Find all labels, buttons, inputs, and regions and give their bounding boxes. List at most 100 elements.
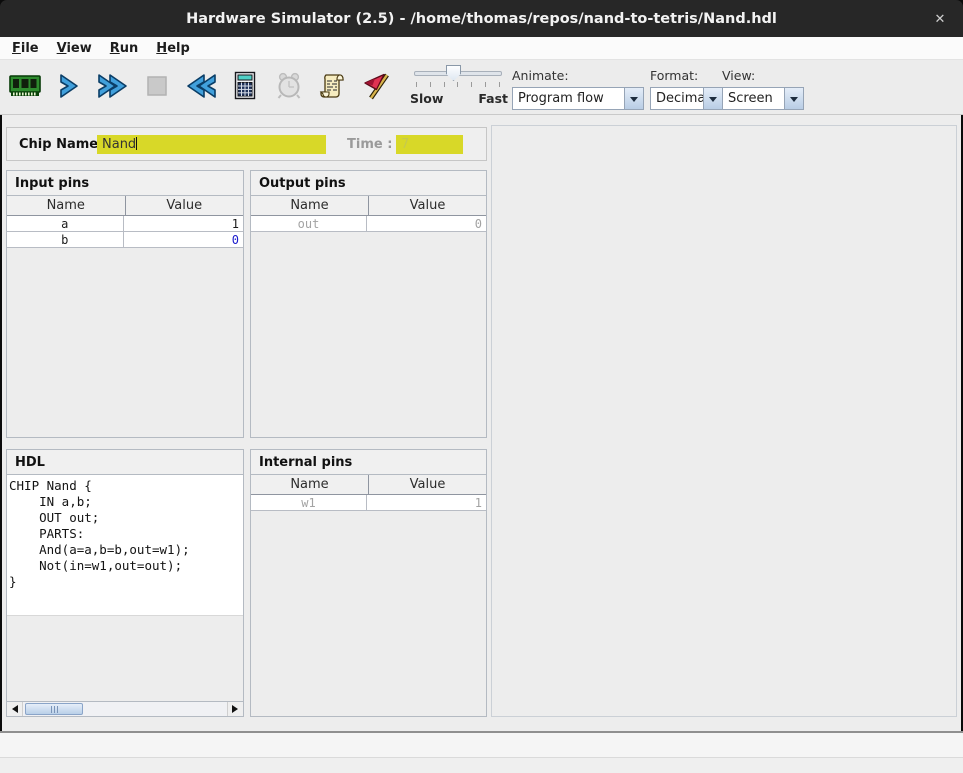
pin-name: out bbox=[251, 216, 367, 231]
chip-name-label: Chip Name : bbox=[19, 137, 108, 152]
internal-pins-title: Internal pins bbox=[251, 450, 486, 475]
format-label: Format: bbox=[650, 68, 723, 83]
table-row: out 0 bbox=[251, 216, 486, 232]
slider-slow-label: Slow bbox=[410, 91, 443, 106]
format-group: Format: Decimal bbox=[650, 68, 723, 110]
output-pins-title: Output pins bbox=[251, 171, 486, 196]
table-header: Name Value bbox=[251, 475, 486, 495]
animate-label: Animate: bbox=[512, 68, 644, 83]
view-label: View: bbox=[722, 68, 804, 83]
flag-icon bbox=[363, 72, 391, 100]
view-select[interactable]: Screen bbox=[722, 87, 804, 110]
chip-name-bar: Chip Name : Nand Time : 7 bbox=[6, 127, 487, 161]
chevron-down-icon[interactable] bbox=[703, 88, 722, 109]
output-pins-panel: Output pins Name Value out 0 bbox=[250, 170, 487, 438]
slider-ticks bbox=[416, 82, 500, 87]
double-chevron-right-icon bbox=[97, 73, 129, 99]
table-row: w1 1 bbox=[251, 495, 486, 511]
time-input: 7 bbox=[396, 135, 463, 154]
double-chevron-left-icon bbox=[185, 73, 217, 99]
pin-name: w1 bbox=[251, 495, 367, 510]
window-title: Hardware Simulator (2.5) - /home/thomas/… bbox=[186, 11, 777, 27]
format-value: Decimal bbox=[651, 88, 703, 109]
chevron-down-icon[interactable] bbox=[624, 88, 643, 109]
slider-fast-label: Fast bbox=[478, 91, 508, 106]
chip-name-text: Nand bbox=[102, 137, 136, 152]
view-value: Screen bbox=[723, 88, 784, 109]
titlebar[interactable]: Hardware Simulator (2.5) - /home/thomas/… bbox=[0, 0, 963, 37]
hdl-horizontal-scrollbar[interactable] bbox=[7, 701, 243, 716]
clock-button[interactable] bbox=[270, 62, 308, 110]
hdl-code-view[interactable]: CHIP Nand { IN a,b; OUT out; PARTS: And(… bbox=[7, 475, 243, 616]
chevron-down-icon[interactable] bbox=[784, 88, 803, 109]
calculator-icon bbox=[232, 71, 258, 101]
toolbar: Slow Fast Animate: Program flow Format: … bbox=[0, 60, 963, 115]
menubar: File View Run Help bbox=[0, 37, 963, 60]
column-value: Value bbox=[369, 196, 486, 215]
text-caret bbox=[136, 137, 137, 150]
pin-value[interactable]: 0 bbox=[124, 232, 244, 247]
breakpoints-button[interactable] bbox=[358, 62, 396, 110]
status-message-strip bbox=[0, 733, 963, 758]
format-select[interactable]: Decimal bbox=[650, 87, 723, 110]
code-line: CHIP Nand { bbox=[9, 478, 243, 494]
load-script-button[interactable] bbox=[314, 62, 352, 110]
code-line: } bbox=[9, 574, 243, 590]
input-pins-panel: Input pins Name Value a 1 b 0 bbox=[6, 170, 244, 438]
column-value: Value bbox=[126, 196, 244, 215]
single-step-button[interactable] bbox=[50, 62, 88, 110]
scrollbar-thumb[interactable] bbox=[25, 703, 83, 715]
pin-name: b bbox=[7, 232, 124, 247]
column-value: Value bbox=[369, 475, 486, 494]
time-label: Time : bbox=[347, 137, 392, 152]
run-button[interactable] bbox=[94, 62, 132, 110]
chevron-right-icon bbox=[57, 73, 81, 99]
input-pins-table: Name Value a 1 b 0 bbox=[7, 196, 243, 248]
internal-pins-panel: Internal pins Name Value w1 1 bbox=[250, 449, 487, 717]
menu-run[interactable]: Run bbox=[101, 39, 148, 58]
memory-chip-icon bbox=[9, 73, 41, 99]
code-line: And(a=a,b=b,out=w1); bbox=[9, 542, 243, 558]
screen-view-area bbox=[491, 125, 957, 717]
alarm-clock-icon bbox=[275, 72, 303, 100]
reset-button[interactable] bbox=[182, 62, 220, 110]
column-name: Name bbox=[251, 196, 369, 215]
code-line: PARTS: bbox=[9, 526, 243, 542]
load-chip-button[interactable] bbox=[6, 62, 44, 110]
status-area bbox=[0, 731, 963, 773]
scroll-left-arrow-icon[interactable] bbox=[7, 702, 23, 716]
chip-name-input[interactable]: Nand bbox=[97, 135, 326, 154]
pin-value[interactable]: 1 bbox=[124, 216, 244, 231]
evaluate-button[interactable] bbox=[226, 62, 264, 110]
menu-view[interactable]: View bbox=[48, 39, 101, 58]
code-line: OUT out; bbox=[9, 510, 243, 526]
hardware-simulator-window: Hardware Simulator (2.5) - /home/thomas/… bbox=[0, 0, 963, 773]
speed-slider[interactable]: Slow Fast bbox=[408, 63, 508, 113]
scroll-right-arrow-icon[interactable] bbox=[227, 702, 243, 716]
toolbar-buttons bbox=[6, 62, 396, 110]
input-pins-title: Input pins bbox=[7, 171, 243, 196]
stop-button[interactable] bbox=[138, 62, 176, 110]
table-header: Name Value bbox=[251, 196, 486, 216]
table-row: b 0 bbox=[7, 232, 243, 248]
stop-square-icon bbox=[146, 75, 168, 97]
pin-value: 0 bbox=[367, 216, 486, 231]
slider-thumb[interactable] bbox=[446, 65, 461, 81]
column-name: Name bbox=[251, 475, 369, 494]
time-text: 7 bbox=[401, 137, 409, 152]
animate-group: Animate: Program flow bbox=[512, 68, 644, 110]
animate-value: Program flow bbox=[513, 88, 624, 109]
output-pins-table: Name Value out 0 bbox=[251, 196, 486, 232]
menu-help[interactable]: Help bbox=[147, 39, 198, 58]
pin-value: 1 bbox=[367, 495, 486, 510]
code-line: IN a,b; bbox=[9, 494, 243, 510]
table-row: a 1 bbox=[7, 216, 243, 232]
menu-file[interactable]: File bbox=[3, 39, 48, 58]
view-group: View: Screen bbox=[722, 68, 804, 110]
table-header: Name Value bbox=[7, 196, 243, 216]
pin-name: a bbox=[7, 216, 124, 231]
hdl-title: HDL bbox=[7, 450, 243, 475]
hdl-panel: HDL CHIP Nand { IN a,b; OUT out; PARTS: … bbox=[6, 449, 244, 717]
close-icon[interactable]: ✕ bbox=[927, 8, 953, 30]
animate-select[interactable]: Program flow bbox=[512, 87, 644, 110]
